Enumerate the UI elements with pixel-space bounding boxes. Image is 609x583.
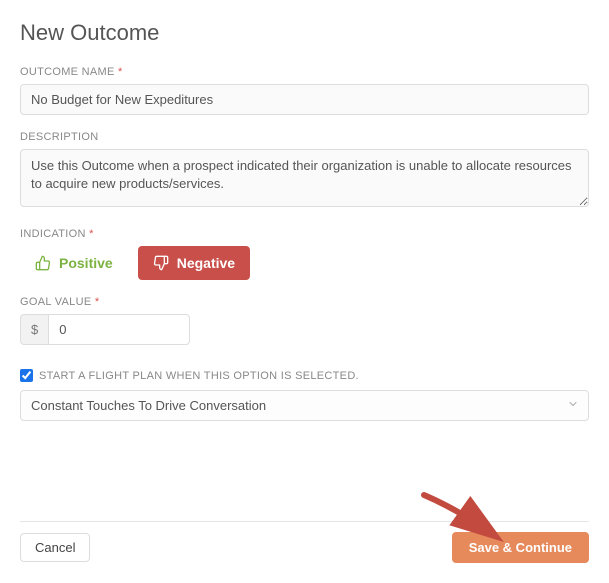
goal-value-group: GOAL VALUE * $ xyxy=(20,296,589,345)
page-title: New Outcome xyxy=(20,20,589,46)
positive-label: Positive xyxy=(59,255,113,271)
indication-positive-button[interactable]: Positive xyxy=(20,246,128,280)
goal-value-input[interactable] xyxy=(48,314,190,345)
outcome-name-input[interactable] xyxy=(20,84,589,115)
save-continue-button[interactable]: Save & Continue xyxy=(452,532,589,563)
indication-options: Positive Negative xyxy=(20,246,589,280)
required-asterisk: * xyxy=(89,228,94,240)
description-textarea[interactable] xyxy=(20,149,589,207)
required-asterisk: * xyxy=(95,296,100,308)
outcome-name-group: OUTCOME NAME * xyxy=(20,66,589,115)
flight-plan-select-wrap: Constant Touches To Drive Conversation xyxy=(20,390,589,421)
indication-group: INDICATION * Positive Negative xyxy=(20,228,589,280)
dialog-footer: Cancel Save & Continue xyxy=(20,521,589,563)
flight-plan-select[interactable]: Constant Touches To Drive Conversation xyxy=(20,390,589,421)
indication-negative-button[interactable]: Negative xyxy=(138,246,250,280)
currency-prefix: $ xyxy=(20,314,48,345)
label-text: INDICATION xyxy=(20,228,86,240)
flight-plan-checkbox[interactable] xyxy=(20,369,33,382)
description-label: DESCRIPTION xyxy=(20,131,589,143)
description-group: DESCRIPTION xyxy=(20,131,589,212)
flight-plan-label: START A FLIGHT PLAN WHEN THIS OPTION IS … xyxy=(39,370,359,382)
required-asterisk: * xyxy=(118,66,123,78)
label-text: GOAL VALUE xyxy=(20,296,91,308)
thumbs-down-icon xyxy=(153,255,169,271)
goal-value-label: GOAL VALUE * xyxy=(20,296,589,308)
outcome-name-label: OUTCOME NAME * xyxy=(20,66,589,78)
negative-label: Negative xyxy=(177,255,235,271)
indication-label: INDICATION * xyxy=(20,228,589,240)
goal-value-input-row: $ xyxy=(20,314,190,345)
thumbs-up-icon xyxy=(35,255,51,271)
flight-plan-row: START A FLIGHT PLAN WHEN THIS OPTION IS … xyxy=(20,369,589,382)
label-text: OUTCOME NAME xyxy=(20,66,115,78)
cancel-button[interactable]: Cancel xyxy=(20,533,90,562)
